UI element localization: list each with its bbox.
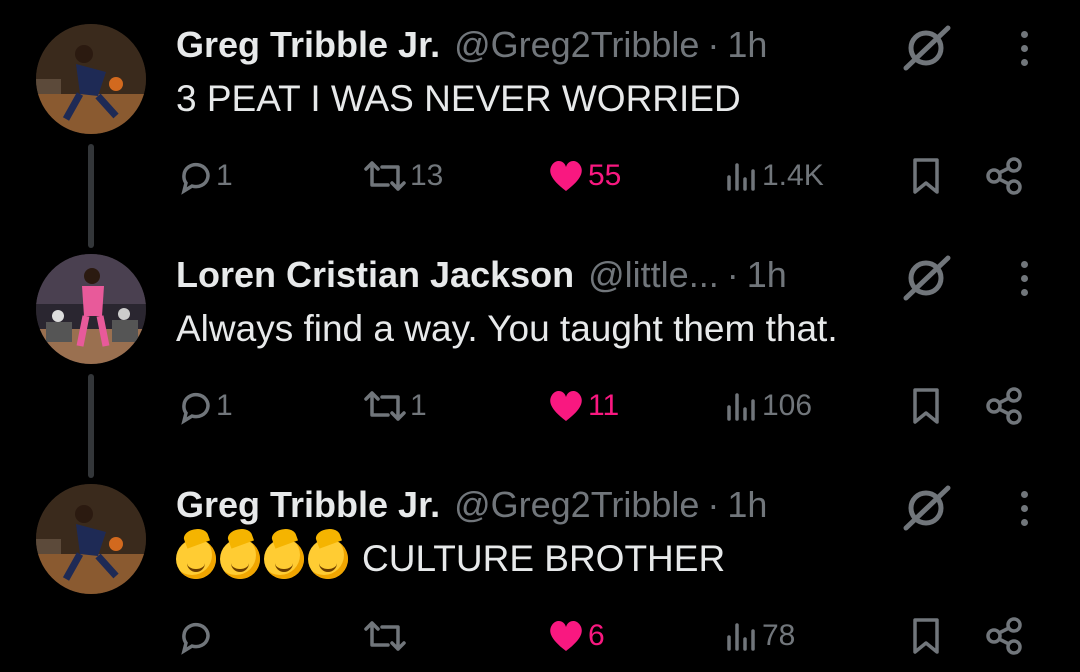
reply-count: 1 xyxy=(216,159,233,192)
author-handle[interactable]: @Greg2Tribble xyxy=(454,484,699,526)
like-count: 55 xyxy=(588,159,622,192)
views-button[interactable]: 78 xyxy=(724,610,795,662)
avatar-image xyxy=(36,24,146,134)
tweet-text: Always find a way. You taught them that. xyxy=(176,308,838,350)
bookmark-icon xyxy=(913,618,939,654)
repost-icon xyxy=(364,161,406,191)
reply-button[interactable]: 1 xyxy=(176,380,233,432)
share-button[interactable] xyxy=(984,380,1024,432)
repost-count: 13 xyxy=(410,159,444,192)
tweet-text: CULTURE BROTHER xyxy=(176,538,725,580)
like-count: 11 xyxy=(588,389,620,422)
reply-button[interactable]: 1 xyxy=(176,150,233,202)
tweet-header: Greg Tribble Jr. @Greg2Tribble · 1h xyxy=(176,22,767,68)
author-handle[interactable]: @Greg2Tribble xyxy=(454,24,699,66)
grok-icon[interactable] xyxy=(900,252,952,304)
views-count: 106 xyxy=(762,389,813,422)
tweet-text: 3 PEAT I WAS NEVER WORRIED xyxy=(176,78,741,120)
heart-icon xyxy=(550,161,582,191)
heart-icon xyxy=(550,391,582,421)
author-name[interactable]: Greg Tribble Jr. xyxy=(176,484,440,526)
author-name[interactable]: Greg Tribble Jr. xyxy=(176,24,440,66)
action-bar: 1 1 11 106 xyxy=(0,380,1080,432)
emoji-group xyxy=(176,539,352,579)
reply-button[interactable] xyxy=(176,610,216,662)
avatar-image xyxy=(36,254,146,364)
share-button[interactable] xyxy=(984,150,1024,202)
timestamp[interactable]: 1h xyxy=(747,254,787,296)
views-icon xyxy=(727,163,755,191)
timestamp[interactable]: 1h xyxy=(727,484,767,526)
repost-icon xyxy=(364,391,406,421)
repost-button[interactable]: 1 xyxy=(362,380,427,432)
tweet-text-content: 3 PEAT I WAS NEVER WORRIED xyxy=(176,78,741,119)
tweet-header: Loren Cristian Jackson @little... · 1h xyxy=(176,252,787,298)
bookmark-button[interactable] xyxy=(908,610,944,662)
heart-icon xyxy=(550,621,582,651)
tweet-1[interactable]: Greg Tribble Jr. @Greg2Tribble · 1h 3 PE… xyxy=(0,0,1080,248)
avatar[interactable] xyxy=(36,254,146,364)
bookmark-button[interactable] xyxy=(908,150,944,202)
like-button[interactable]: 11 xyxy=(546,380,619,432)
share-icon xyxy=(986,617,1022,655)
separator: · xyxy=(707,484,720,525)
reply-icon xyxy=(181,162,210,195)
views-button[interactable]: 106 xyxy=(724,380,812,432)
saluting-face-emoji-icon xyxy=(220,539,260,579)
grok-icon[interactable] xyxy=(900,482,952,534)
tweet-2[interactable]: Loren Cristian Jackson @little... · 1h A… xyxy=(0,230,1080,478)
repost-button[interactable] xyxy=(362,610,410,662)
reply-icon xyxy=(181,622,210,655)
saluting-face-emoji-icon xyxy=(264,539,304,579)
views-count: 1.4K xyxy=(762,159,824,192)
share-icon xyxy=(986,157,1022,195)
repost-icon xyxy=(364,621,406,651)
avatar-image xyxy=(36,484,146,594)
separator: · xyxy=(726,254,739,295)
views-count: 78 xyxy=(762,619,796,652)
bookmark-button[interactable] xyxy=(908,380,944,432)
author-name[interactable]: Loren Cristian Jackson xyxy=(176,254,574,296)
tweet-text-content: CULTURE BROTHER xyxy=(362,538,726,579)
like-button[interactable]: 6 xyxy=(546,610,605,662)
reply-count: 1 xyxy=(216,389,233,422)
saluting-face-emoji-icon xyxy=(176,539,216,579)
more-icon[interactable] xyxy=(1004,254,1044,302)
views-icon xyxy=(727,623,755,651)
action-bar: 6 78 xyxy=(0,610,1080,662)
bookmark-icon xyxy=(913,388,939,424)
tweet-header: Greg Tribble Jr. @Greg2Tribble · 1h xyxy=(176,482,767,528)
reply-icon xyxy=(181,392,210,425)
tweet-text-content: Always find a way. You taught them that. xyxy=(176,308,838,349)
action-bar: 1 13 55 1.4K xyxy=(0,150,1080,202)
avatar[interactable] xyxy=(36,24,146,134)
share-button[interactable] xyxy=(984,610,1024,662)
bookmark-icon xyxy=(913,158,939,194)
like-button[interactable]: 55 xyxy=(546,150,621,202)
more-icon[interactable] xyxy=(1004,484,1044,532)
tweet-3[interactable]: Greg Tribble Jr. @Greg2Tribble · 1h CULT… xyxy=(0,460,1080,672)
saluting-face-emoji-icon xyxy=(308,539,348,579)
avatar[interactable] xyxy=(36,484,146,594)
grok-icon[interactable] xyxy=(900,22,952,74)
more-icon[interactable] xyxy=(1004,24,1044,72)
like-count: 6 xyxy=(588,619,605,652)
views-button[interactable]: 1.4K xyxy=(724,150,824,202)
views-icon xyxy=(727,393,755,421)
author-handle[interactable]: @little... xyxy=(588,254,719,296)
share-icon xyxy=(986,387,1022,425)
timestamp[interactable]: 1h xyxy=(727,24,767,66)
separator: · xyxy=(707,24,720,65)
repost-count: 1 xyxy=(410,389,427,422)
repost-button[interactable]: 13 xyxy=(362,150,443,202)
